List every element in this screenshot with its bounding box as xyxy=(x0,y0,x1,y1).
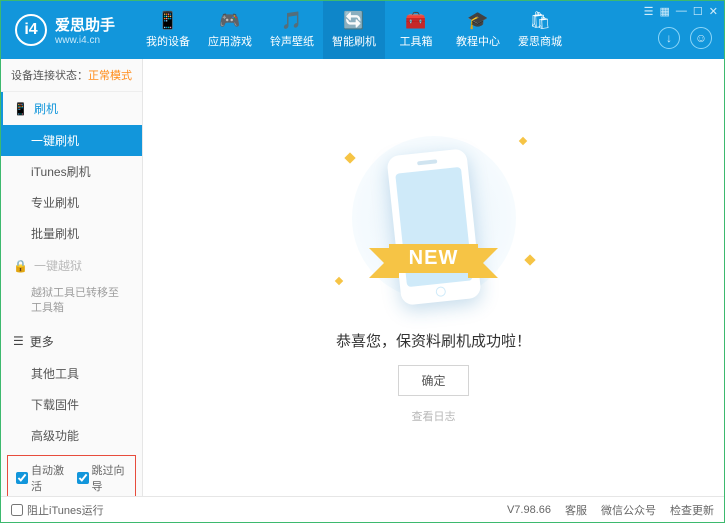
customer-service-link[interactable]: 客服 xyxy=(565,502,587,518)
user-icon[interactable]: ☺ xyxy=(690,27,712,49)
body: 设备连接状态：正常模式 📱 刷机 一键刷机iTunes刷机专业刷机批量刷机 🔒 … xyxy=(1,59,724,496)
nav-item-1[interactable]: 🎮 应用游戏 xyxy=(199,1,261,59)
sidebar-item-flash-3[interactable]: 批量刷机 xyxy=(1,218,142,249)
logo-icon: i4 xyxy=(15,14,47,46)
sidebar-item-more-1[interactable]: 下载固件 xyxy=(1,389,142,420)
nav-label: 应用游戏 xyxy=(208,33,252,49)
main-content: NEW 恭喜您，保资料刷机成功啦！ 确定 查看日志 xyxy=(143,59,724,496)
sidebar-head-flash[interactable]: 📱 刷机 xyxy=(1,92,142,125)
view-log-link[interactable]: 查看日志 xyxy=(412,408,456,424)
checkbox-auto-activate[interactable]: 自动激活 xyxy=(16,462,67,494)
sidebar: 设备连接状态：正常模式 📱 刷机 一键刷机iTunes刷机专业刷机批量刷机 🔒 … xyxy=(1,59,143,496)
nav-label: 教程中心 xyxy=(456,33,500,49)
nav-icon: 🔄 xyxy=(343,11,364,31)
success-illustration: NEW xyxy=(334,132,534,312)
version-label: V7.98.66 xyxy=(507,504,551,516)
nav-icon: 📱 xyxy=(157,11,178,31)
nav-item-3[interactable]: 🔄 智能刷机 xyxy=(323,1,385,59)
phone-icon: 📱 xyxy=(13,102,28,116)
nav-item-4[interactable]: 🧰 工具箱 xyxy=(385,1,447,59)
ok-button[interactable]: 确定 xyxy=(398,365,468,396)
sidebar-head-jailbreak: 🔒 一键越狱 xyxy=(1,249,142,282)
app-name: 爱思助手 xyxy=(55,14,115,35)
nav-icon: 🛍 xyxy=(529,11,551,31)
checkbox-block-itunes[interactable]: 阻止iTunes运行 xyxy=(11,502,104,518)
connection-status: 设备连接状态：正常模式 xyxy=(1,59,142,92)
nav-label: 我的设备 xyxy=(146,33,190,49)
footer: 阻止iTunes运行 V7.98.66 客服 微信公众号 检查更新 xyxy=(1,496,724,522)
new-ribbon: NEW xyxy=(389,244,479,273)
nav-item-2[interactable]: 🎵 铃声壁纸 xyxy=(261,1,323,59)
nav-icon: 🎵 xyxy=(281,11,302,31)
menu-icon[interactable]: ☰ xyxy=(644,5,654,18)
app-window: ☰ ▦ — ☐ ✕ i4 爱思助手 www.i4.cn 📱 我的设备 🎮 应用游戏 🎵 铃… xyxy=(0,0,725,523)
titlebar-controls: ☰ ▦ — ☐ ✕ xyxy=(644,5,718,18)
close-icon[interactable]: ✕ xyxy=(709,5,718,18)
option-checkboxes: 自动激活 跳过向导 xyxy=(7,455,136,496)
sidebar-item-more-0[interactable]: 其他工具 xyxy=(1,358,142,389)
nav-item-0[interactable]: 📱 我的设备 xyxy=(137,1,199,59)
header: ☰ ▦ — ☐ ✕ i4 爱思助手 www.i4.cn 📱 我的设备 🎮 应用游戏 🎵 铃… xyxy=(1,1,724,59)
sidebar-head-more[interactable]: ☰ 更多 xyxy=(1,325,142,358)
nav-icon: 🎓 xyxy=(467,11,488,31)
sidebar-item-flash-1[interactable]: iTunes刷机 xyxy=(1,156,142,187)
sidebar-item-flash-2[interactable]: 专业刷机 xyxy=(1,187,142,218)
skin-icon[interactable]: ▦ xyxy=(660,5,670,18)
sidebar-item-more-2[interactable]: 高级功能 xyxy=(1,420,142,451)
lock-icon: 🔒 xyxy=(13,259,28,273)
main-nav: 📱 我的设备 🎮 应用游戏 🎵 铃声壁纸 🔄 智能刷机 🧰 工具箱 🎓 教程中心 🛍 爱思商城 xyxy=(137,1,571,59)
success-message: 恭喜您，保资料刷机成功啦！ xyxy=(336,330,531,351)
connection-mode: 正常模式 xyxy=(88,70,132,82)
download-icon[interactable]: ↓ xyxy=(658,27,680,49)
nav-icon: 🧰 xyxy=(405,11,426,31)
logo: i4 爱思助手 www.i4.cn xyxy=(1,14,129,46)
wechat-link[interactable]: 微信公众号 xyxy=(601,502,656,518)
checkbox-skip-guide[interactable]: 跳过向导 xyxy=(77,462,128,494)
check-update-link[interactable]: 检查更新 xyxy=(670,502,714,518)
nav-label: 智能刷机 xyxy=(332,33,376,49)
maximize-icon[interactable]: ☐ xyxy=(693,5,703,18)
sidebar-item-flash-0[interactable]: 一键刷机 xyxy=(1,125,142,156)
nav-item-5[interactable]: 🎓 教程中心 xyxy=(447,1,509,59)
jailbreak-note: 越狱工具已转移至 工具箱 xyxy=(1,282,142,325)
nav-label: 工具箱 xyxy=(400,33,433,49)
app-url: www.i4.cn xyxy=(55,35,115,46)
nav-item-6[interactable]: 🛍 爱思商城 xyxy=(509,1,571,59)
nav-label: 铃声壁纸 xyxy=(270,33,314,49)
nav-label: 爱思商城 xyxy=(518,33,562,49)
nav-icon: 🎮 xyxy=(219,11,240,31)
list-icon: ☰ xyxy=(13,334,24,348)
phone-illustration xyxy=(386,148,481,306)
minimize-icon[interactable]: — xyxy=(676,5,687,18)
